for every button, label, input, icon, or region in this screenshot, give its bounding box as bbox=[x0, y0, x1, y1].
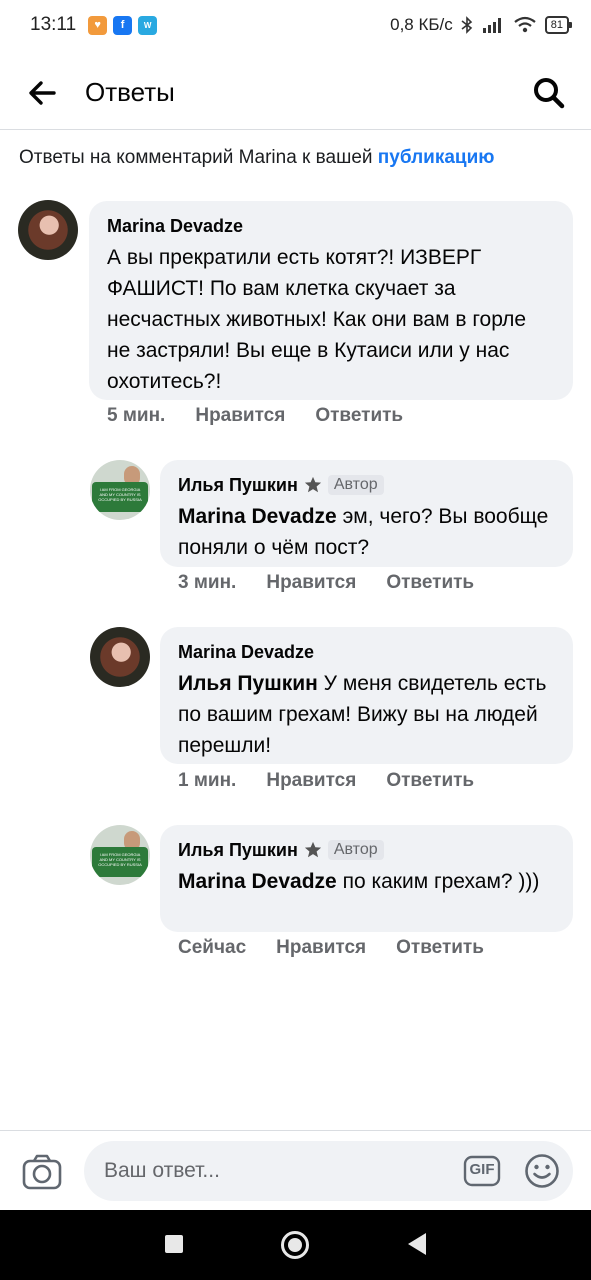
system-back-icon[interactable] bbox=[408, 1233, 426, 1255]
comment-time: 3 мин. bbox=[178, 572, 237, 593]
star-icon bbox=[304, 476, 321, 493]
gif-label: GIF bbox=[469, 1161, 495, 1178]
system-nav-bar bbox=[0, 1210, 591, 1280]
comment-actions: 5 мин. Нравится Ответить bbox=[107, 405, 433, 427]
avatar[interactable]: I AM FROM GEORGIA AND MY COUNTRY IS OCCU… bbox=[90, 825, 150, 885]
publication-link[interactable]: публикацию bbox=[378, 147, 495, 168]
status-right: 0,8 КБ/с 81 bbox=[390, 15, 573, 35]
gif-button[interactable]: GIF bbox=[463, 1155, 501, 1187]
like-button[interactable]: Нравится bbox=[195, 405, 285, 427]
recents-icon[interactable] bbox=[165, 1235, 183, 1253]
comment-author-line: Marina Devadze bbox=[178, 640, 555, 664]
comment-author[interactable]: Marina Devadze bbox=[107, 216, 243, 237]
comment-author-line: Илья Пушкин Автор bbox=[178, 838, 555, 862]
emoji-icon[interactable] bbox=[524, 1153, 560, 1189]
camera-icon[interactable] bbox=[22, 1153, 62, 1191]
comment-bubble: Илья Пушкин Автор Marina Devadze эм, чег… bbox=[160, 460, 573, 567]
signal-icon bbox=[482, 18, 501, 33]
comment-actions: 1 мин. Нравится Ответить bbox=[178, 770, 504, 792]
network-speed: 0,8 КБ/с bbox=[390, 15, 453, 34]
avatar[interactable]: I AM FROM GEORGIA AND MY COUNTRY IS OCCU… bbox=[90, 460, 150, 520]
author-badge: Автор bbox=[327, 840, 384, 860]
comment-bubble: Marina Devadze А вы прекратили есть котя… bbox=[89, 201, 573, 400]
back-arrow-icon[interactable] bbox=[26, 77, 58, 109]
heart-app-icon: ♥ bbox=[88, 15, 108, 35]
comment-text: А вы прекратили есть котят?! ИЗВЕРГ ФАШИ… bbox=[107, 246, 527, 393]
reply-button[interactable]: Ответить bbox=[396, 937, 484, 959]
mention[interactable]: Илья Пушкин bbox=[178, 672, 318, 695]
comment-time: 5 мин. bbox=[107, 405, 166, 426]
reply-button[interactable]: Ответить bbox=[386, 770, 474, 792]
replies-context: Ответы на комментарий Marina к вашей пуб… bbox=[19, 147, 495, 169]
mention[interactable]: Marina Devadze bbox=[178, 870, 337, 893]
like-button[interactable]: Нравится bbox=[266, 770, 356, 792]
avatar[interactable] bbox=[90, 627, 150, 687]
facebook-app-icon: f bbox=[113, 15, 133, 35]
comment-author-line: Marina Devadze bbox=[107, 214, 555, 238]
comment-author[interactable]: Илья Пушкин bbox=[178, 840, 298, 861]
comment-text: Marina Devadze эм, чего? Вы вообще понял… bbox=[178, 501, 555, 563]
bluetooth-icon bbox=[461, 16, 472, 34]
avatar-badge-art: I AM FROM GEORGIA AND MY COUNTRY IS OCCU… bbox=[98, 852, 142, 867]
app-header: Ответы bbox=[0, 55, 591, 130]
comment-author[interactable]: Marina Devadze bbox=[178, 642, 314, 663]
comment-bubble: Илья Пушкин Автор Marina Devadze по каки… bbox=[160, 825, 573, 932]
context-prefix: Ответы на комментарий Marina к вашей bbox=[19, 147, 378, 168]
comment-author[interactable]: Илья Пушкин bbox=[178, 475, 298, 496]
comment-actions: Сейчас Нравится Ответить bbox=[178, 937, 514, 959]
star-icon bbox=[304, 841, 321, 858]
comment-time: 1 мин. bbox=[178, 770, 237, 791]
page-title: Ответы bbox=[85, 77, 175, 107]
like-button[interactable]: Нравится bbox=[266, 572, 356, 594]
mention[interactable]: Marina Devadze bbox=[178, 505, 337, 528]
status-time: 13:11 bbox=[30, 14, 77, 35]
wifi-icon bbox=[514, 16, 536, 33]
comment-author-line: Илья Пушкин Автор bbox=[178, 473, 555, 497]
reply-button[interactable]: Ответить bbox=[386, 572, 474, 594]
comment-time: Сейчас bbox=[178, 937, 247, 958]
comment-bubble: Marina Devadze Илья Пушкин У меня свидет… bbox=[160, 627, 573, 764]
reply-composer: GIF bbox=[0, 1130, 591, 1210]
wolt-app-icon: W bbox=[138, 15, 158, 35]
home-icon[interactable] bbox=[281, 1231, 309, 1259]
author-badge: Автор bbox=[327, 475, 384, 495]
status-bar: 13:11 ♥ f W 0,8 КБ/с 81 bbox=[0, 0, 591, 50]
avatar[interactable] bbox=[18, 200, 78, 260]
comment-text: Илья Пушкин У меня свидетель есть по ваш… bbox=[178, 668, 555, 761]
battery-indicator: 81 bbox=[544, 16, 573, 34]
comment-actions: 3 мин. Нравится Ответить bbox=[178, 572, 504, 594]
like-button[interactable]: Нравится bbox=[276, 937, 366, 959]
reply-button[interactable]: Ответить bbox=[315, 405, 403, 427]
avatar-badge-art: I AM FROM GEORGIA AND MY COUNTRY IS OCCU… bbox=[98, 487, 142, 502]
status-app-icons: ♥ f W bbox=[88, 15, 158, 35]
comment-body: по каким грехам? ))) bbox=[336, 870, 540, 893]
comment-text: Marina Devadze по каким грехам? ))) bbox=[178, 866, 555, 897]
search-icon[interactable] bbox=[531, 75, 567, 111]
